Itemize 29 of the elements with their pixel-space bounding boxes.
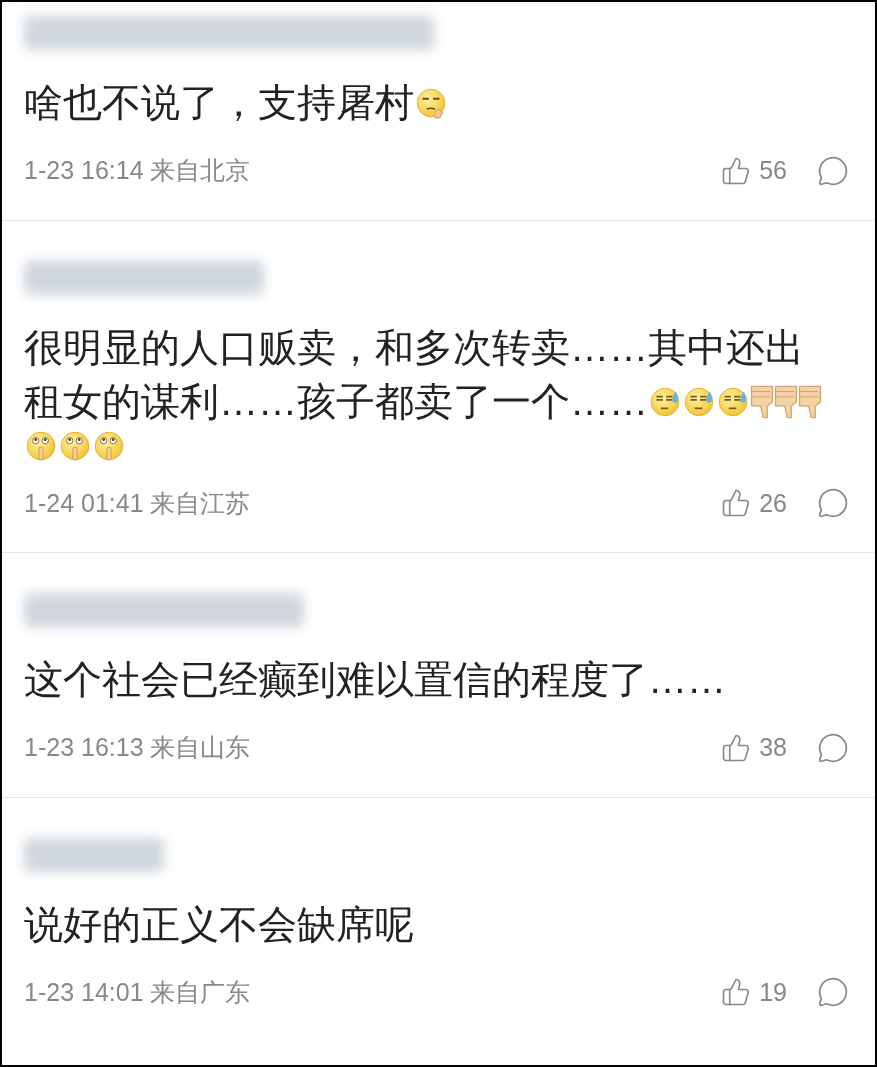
like-button[interactable]: 26 <box>721 484 787 522</box>
like-button[interactable]: 38 <box>721 729 787 767</box>
comment-timestamp: 1-24 01:41 来自江苏 <box>24 487 251 519</box>
like-icon <box>721 155 752 186</box>
comment-timestamp: 1-23 14:01 来自广东 <box>24 976 251 1008</box>
comment-icon <box>817 731 849 764</box>
comment-text: 啥也不说了，支持屠村 <box>24 80 414 126</box>
thumbs-down-icon <box>774 384 798 419</box>
like-icon <box>721 488 752 519</box>
like-icon <box>721 732 752 763</box>
comment-text: 租女的谋利……孩子都卖了一个…… <box>24 378 648 425</box>
reply-button[interactable] <box>817 487 849 520</box>
like-button[interactable]: 19 <box>721 973 787 1011</box>
thumbs-down-icon <box>798 384 822 419</box>
thumbs-down-icon <box>750 384 774 419</box>
comment-timestamp: 1-23 16:13 来自山东 <box>24 732 251 763</box>
reply-button[interactable] <box>817 976 849 1009</box>
comment-icon <box>817 487 849 520</box>
reply-button[interactable] <box>817 731 849 764</box>
comment-text: 说好的正义不会缺席呢 <box>24 901 414 948</box>
comment-icon <box>817 976 849 1009</box>
comment-timestamp: 1-23 16:14 来自北京 <box>24 155 251 186</box>
comment-icon <box>817 154 849 187</box>
reply-button[interactable] <box>817 154 849 187</box>
smirk-emoji-icon <box>414 86 448 120</box>
like-icon <box>721 977 752 1008</box>
comment-text: 这个社会已经癫到难以置信的程度了…… <box>24 657 726 703</box>
like-button[interactable]: 56 <box>721 152 787 190</box>
comment-text: 很明显的人口贩卖，和多次转卖……其中还出 <box>24 324 804 371</box>
